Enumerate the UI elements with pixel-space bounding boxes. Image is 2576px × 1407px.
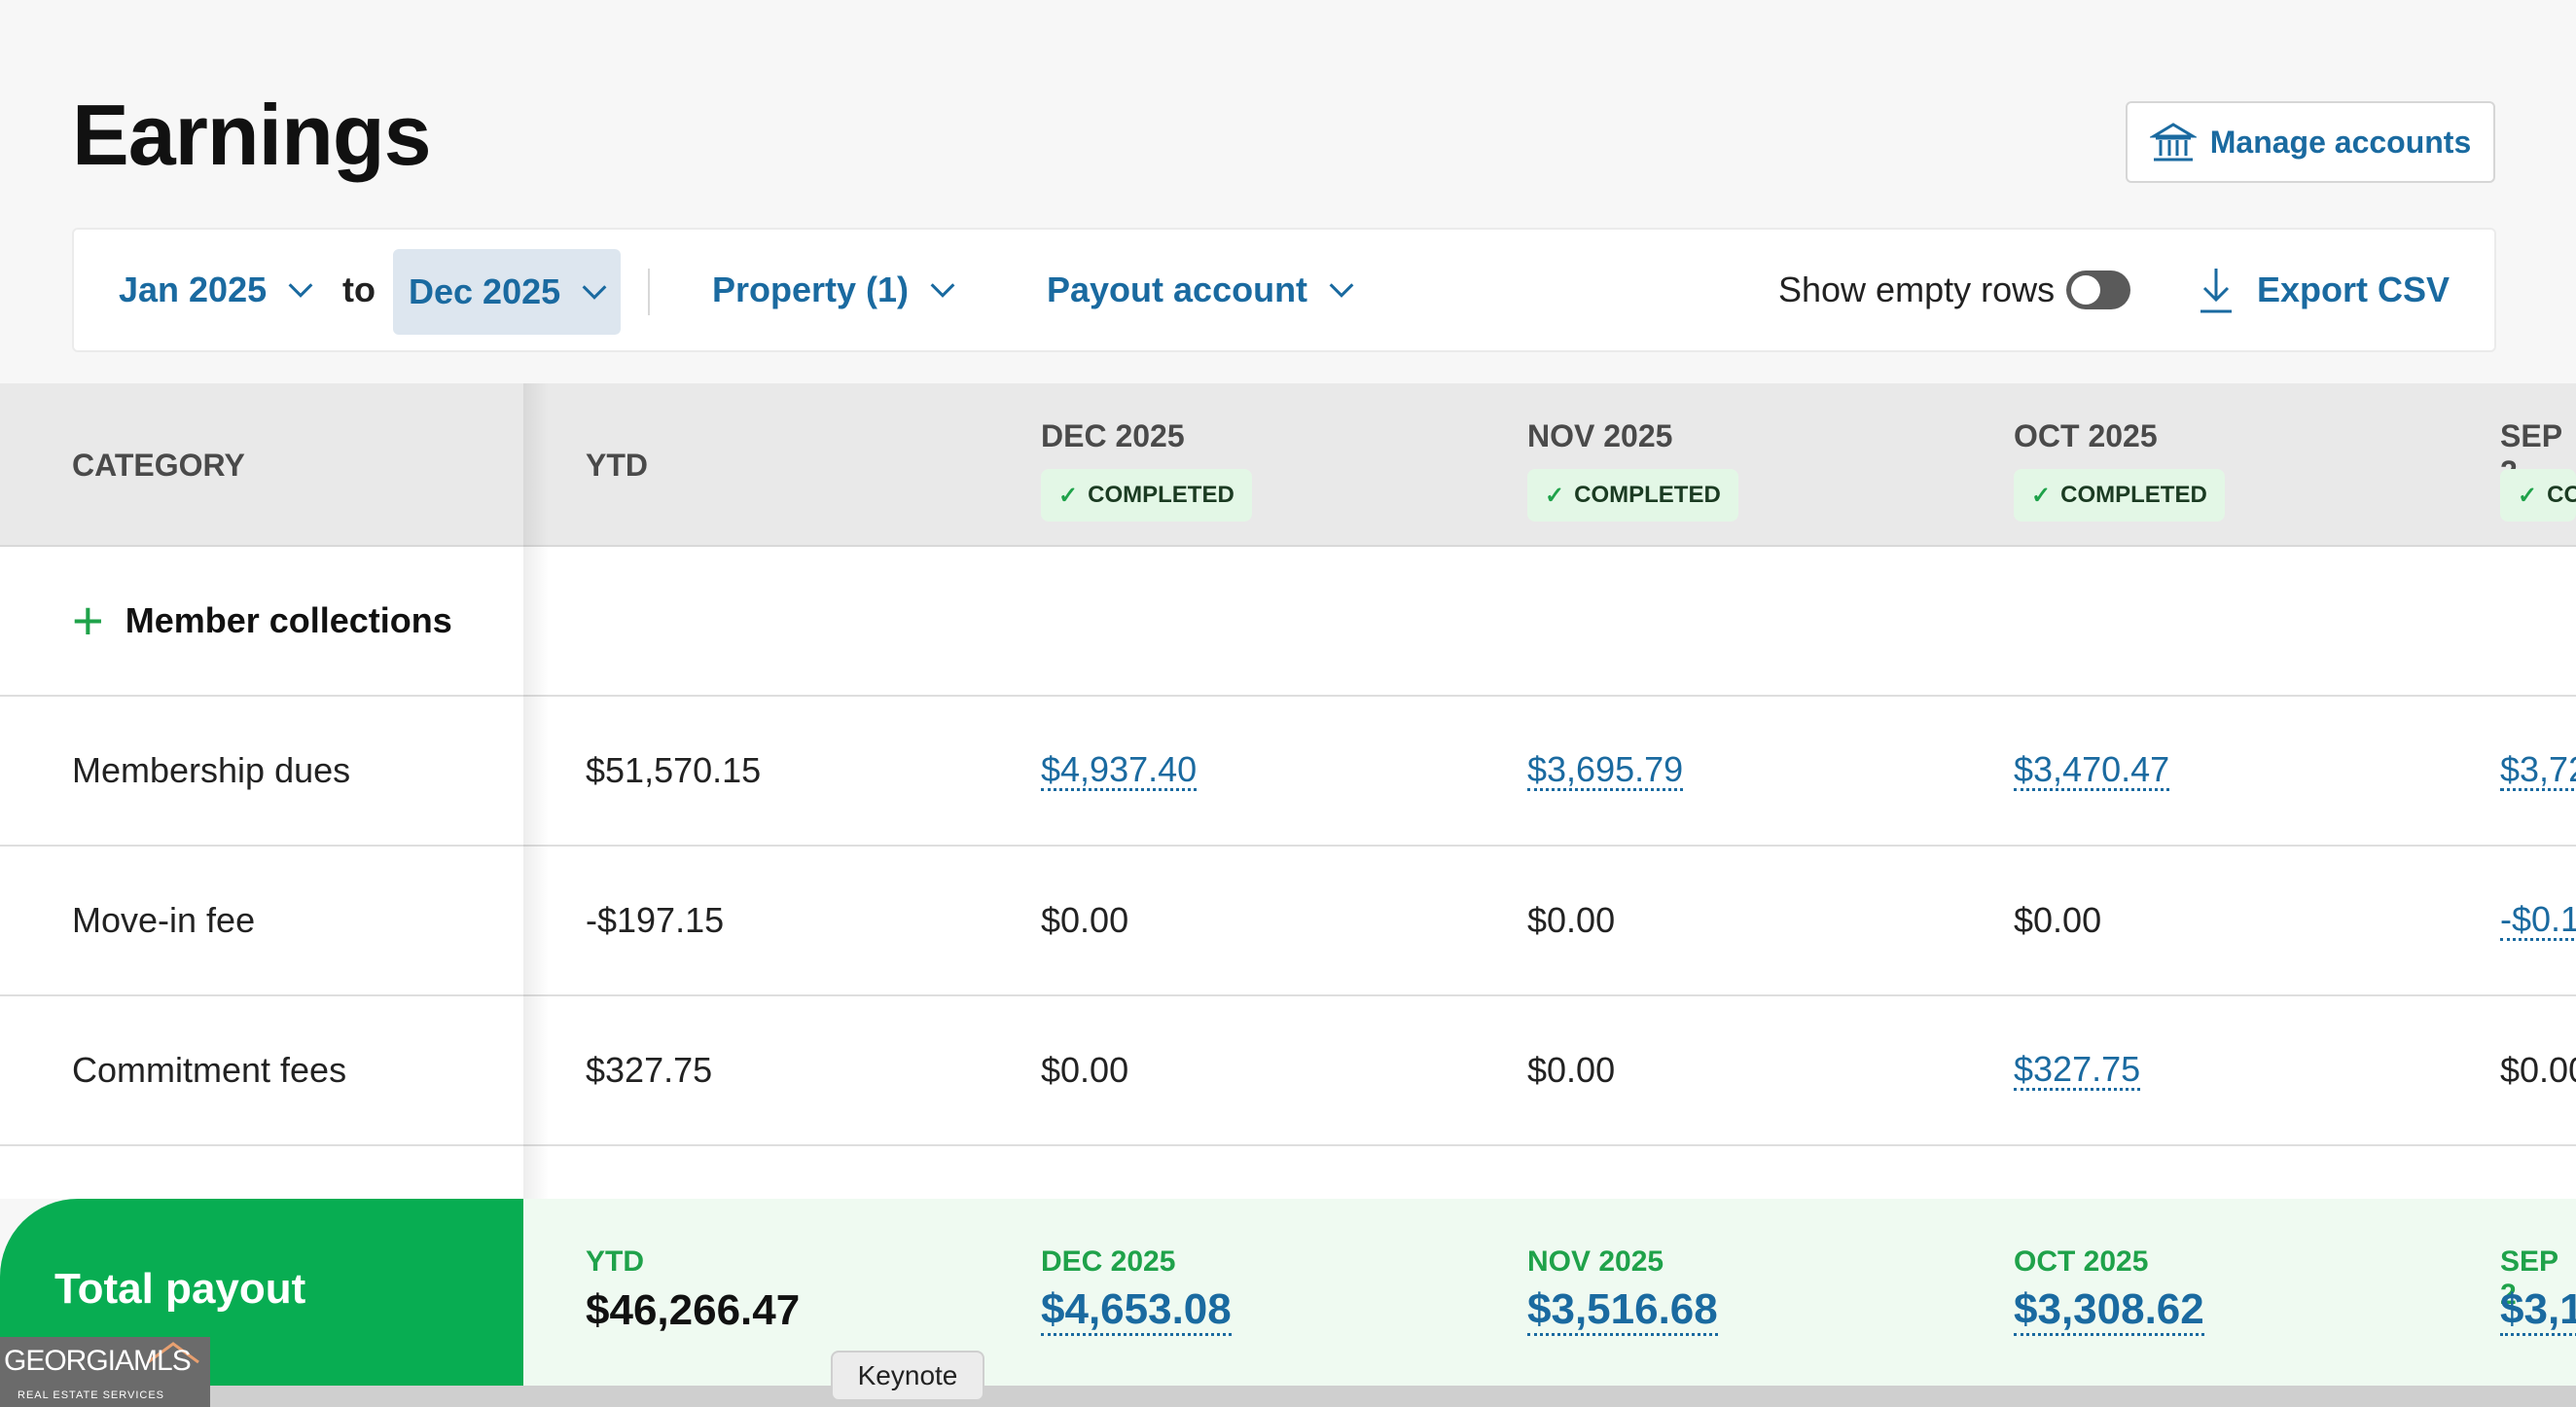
export-csv-label: Export CSV: [2257, 270, 2451, 309]
status-badge: ✓ COMPLETED: [1527, 469, 1738, 522]
amount-cell: $0.00: [1527, 900, 1616, 940]
category-column-header: CATEGORY: [72, 448, 245, 483]
month-column-header: NOV 2025: [1527, 418, 1673, 453]
check-icon: ✓: [1058, 482, 1079, 509]
ytd-cell: $327.75: [586, 1050, 713, 1090]
show-empty-rows-toggle[interactable]: [2066, 271, 2130, 309]
date-from-value: Jan 2025: [119, 270, 268, 309]
total-month-label: NOV 2025: [1527, 1245, 1664, 1278]
group-row[interactable]: + Member collections: [0, 547, 2576, 697]
amount-link[interactable]: $3,695.79: [1527, 750, 1684, 792]
date-from-select[interactable]: Jan 2025: [119, 230, 317, 350]
status-badge: ✓ CO: [2500, 469, 2576, 522]
table-row: Move-in fee -$197.15 $0.00 $0.00 $0.00 -…: [0, 847, 2576, 996]
total-ytd-label: YTD: [586, 1245, 644, 1278]
property-filter[interactable]: Property (1): [712, 230, 959, 350]
payout-account-label: Payout account: [1047, 270, 1308, 309]
table-row: Membership dues $51,570.15 $4,937.40 $3,…: [0, 697, 2576, 847]
page-title: Earnings: [72, 87, 432, 183]
window-bottom-bar: [210, 1386, 2576, 1407]
georgia-mls-logo: GEORGIAMLS REAL ESTATE SERVICES: [0, 1337, 210, 1407]
amount-cell: $0.00: [1041, 900, 1129, 940]
total-month-value[interactable]: $3,1: [2500, 1285, 2576, 1337]
month-column-header: OCT 2025: [2014, 418, 2158, 453]
status-badge: ✓ COMPLETED: [1041, 469, 1252, 522]
keynote-tooltip: Keynote: [831, 1351, 984, 1401]
payout-account-filter[interactable]: Payout account: [1047, 230, 1358, 350]
amount-link[interactable]: -$0.1: [2500, 900, 2576, 942]
total-payout-label: Total payout: [54, 1265, 306, 1313]
earnings-page: Earnings Manage accounts Jan 2025 to Dec…: [0, 0, 2576, 1407]
amount-link[interactable]: $3,470.47: [2014, 750, 2170, 792]
amount-link[interactable]: $327.75: [2014, 1050, 2141, 1092]
check-icon: ✓: [1545, 482, 1565, 509]
check-icon: ✓: [2031, 482, 2052, 509]
chevron-down-icon: [1329, 283, 1354, 298]
manage-accounts-button[interactable]: Manage accounts: [2126, 101, 2495, 183]
logo-wordmark: GEORGIAMLS: [4, 1345, 192, 1377]
month-column-header: DEC 2025: [1041, 418, 1185, 453]
chevron-down-icon: [930, 283, 955, 298]
ytd-cell: -$197.15: [586, 900, 725, 940]
date-to-value: Dec 2025: [409, 271, 561, 311]
total-month-label: DEC 2025: [1041, 1245, 1176, 1278]
category-cell: Membership dues: [72, 750, 351, 790]
chevron-down-icon: [288, 283, 313, 298]
status-badge-label: COMPLETED: [2060, 482, 2207, 508]
property-filter-label: Property (1): [712, 270, 910, 309]
filter-bar: Jan 2025 to Dec 2025 Property (1) Payout…: [72, 228, 2496, 352]
total-ytd-value: $46,266.47: [586, 1286, 801, 1334]
bank-icon: [2149, 123, 2197, 162]
table-row: Commitment fees $327.75 $0.00 $0.00 $327…: [0, 996, 2576, 1146]
logo-subtitle: REAL ESTATE SERVICES: [18, 1389, 165, 1401]
date-range-separator: to: [342, 270, 376, 309]
group-cell: + Member collections: [72, 547, 452, 695]
total-month-label: OCT 2025: [2014, 1245, 2149, 1278]
table-spacer: [0, 1146, 2576, 1199]
total-month-value[interactable]: $3,516.68: [1527, 1285, 1718, 1337]
amount-cell: $0.00: [1041, 1050, 1129, 1090]
amount-link[interactable]: $4,937.40: [1041, 750, 1198, 792]
status-badge: ✓ COMPLETED: [2014, 469, 2225, 522]
ytd-cell: $51,570.15: [586, 750, 762, 790]
chevron-down-icon: [582, 285, 607, 300]
category-cell: Commitment fees: [72, 1050, 347, 1090]
download-icon: [2200, 269, 2232, 313]
group-label: Member collections: [125, 600, 452, 640]
amount-cell: $0.00: [2014, 900, 2102, 940]
amount-cell: $0.00: [2500, 1050, 2576, 1090]
date-to-select[interactable]: Dec 2025: [393, 249, 621, 335]
plus-icon[interactable]: +: [72, 594, 104, 648]
status-badge-label: COMPLETED: [1574, 482, 1721, 508]
amount-cell: $0.00: [1527, 1050, 1616, 1090]
ytd-column-header: YTD: [586, 448, 648, 483]
sticky-column-shadow: [523, 383, 549, 1201]
filter-divider: [648, 269, 650, 315]
amount-link[interactable]: $3,72: [2500, 750, 2576, 792]
total-month-value[interactable]: $3,308.62: [2014, 1285, 2204, 1337]
check-icon: ✓: [2518, 482, 2538, 509]
toggle-knob: [2071, 275, 2100, 305]
status-badge-label: COMPLETED: [1088, 482, 1234, 508]
status-badge-label: CO: [2547, 482, 2576, 508]
manage-accounts-label: Manage accounts: [2209, 124, 2472, 160]
total-month-value[interactable]: $4,653.08: [1041, 1285, 1232, 1337]
category-cell: Move-in fee: [72, 900, 256, 940]
show-empty-rows-label: Show empty rows: [1778, 270, 2056, 309]
table-header: CATEGORY YTD DEC 2025 ✓ COMPLETED NOV 20…: [0, 383, 2576, 547]
export-csv-button[interactable]: Export CSV: [2195, 230, 2450, 350]
